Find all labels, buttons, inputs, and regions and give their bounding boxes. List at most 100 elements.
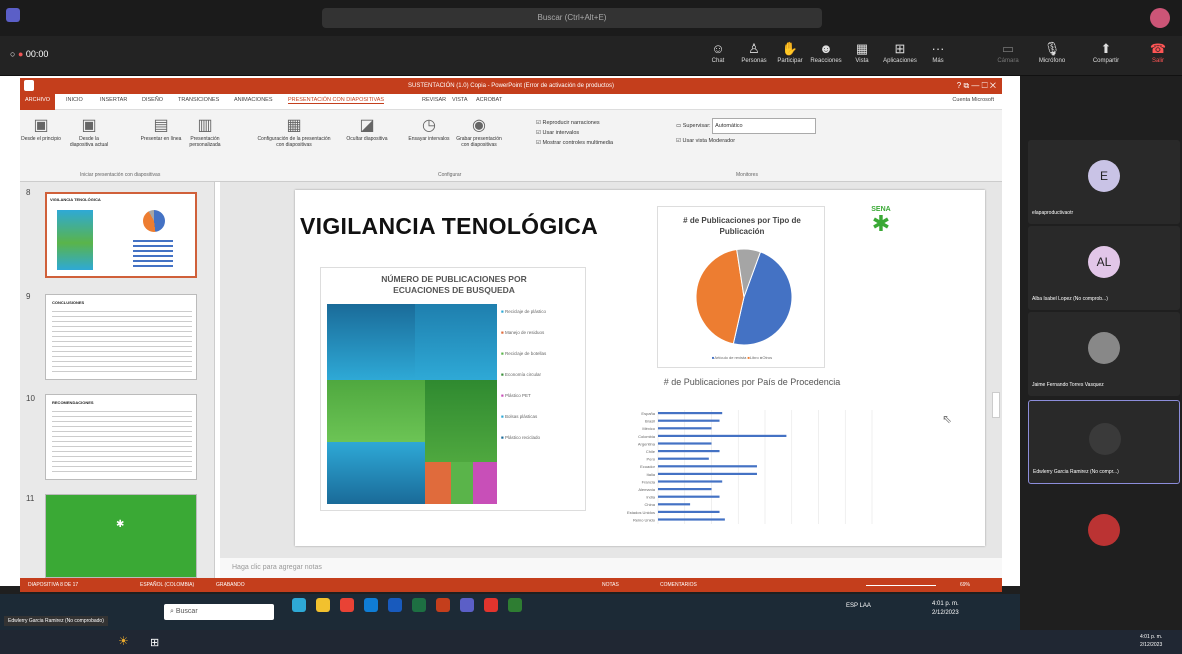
edge-icon[interactable]: [364, 598, 378, 612]
chat-button[interactable]: ☺ Chat: [700, 40, 736, 72]
os-clock: 4:01 p. m. 2/12/2023: [1140, 634, 1163, 648]
tab-revisar[interactable]: REVISAR: [422, 97, 446, 103]
tab-inicio[interactable]: INICIO: [66, 97, 83, 103]
phone-icon: ☎: [1149, 41, 1167, 56]
custom-show-icon: ▥: [197, 117, 213, 134]
tab-transiciones[interactable]: TRANSICIONES: [178, 97, 219, 103]
ribbon-tabs: ARCHIVO INICIO INSERTAR DISEÑO TRANSICIO…: [20, 94, 1002, 110]
zoom-level[interactable]: 69%: [960, 578, 970, 592]
scrollbar[interactable]: [992, 392, 1000, 418]
participant-tile[interactable]: [1028, 490, 1180, 574]
meeting-timer: ○ ● 00:00: [10, 49, 49, 59]
chrome-icon[interactable]: [340, 598, 354, 612]
excel-icon[interactable]: [412, 598, 426, 612]
people-button[interactable]: ♙ Personas: [736, 40, 772, 72]
acrobat-icon[interactable]: [484, 598, 498, 612]
tab-acrobat[interactable]: ACROBAT: [476, 97, 502, 103]
custom-show-button[interactable]: ▥ Presentación personalizada: [184, 116, 226, 148]
present-online-button[interactable]: ▤ Presentar en línea: [140, 116, 182, 142]
raise-hand-button[interactable]: ✋ Participar: [772, 40, 808, 72]
treemap-cell: [425, 380, 497, 462]
mouse-cursor-icon: ⇖: [942, 412, 953, 426]
tab-diseno[interactable]: DISEÑO: [142, 97, 163, 103]
tab-insertar[interactable]: INSERTAR: [100, 97, 127, 103]
recording-status: GRABANDO: [216, 582, 245, 588]
record-button[interactable]: ◉ Grabar presentación con diapositivas: [454, 116, 504, 148]
tab-archivo[interactable]: ARCHIVO: [20, 94, 56, 110]
notes-pane[interactable]: Haga clic para agregar notas: [220, 558, 1002, 578]
user-avatar[interactable]: [1150, 8, 1170, 28]
reactions-button[interactable]: ☻ Reacciones: [808, 40, 844, 72]
mic-icon: 🎙: [1043, 41, 1061, 56]
tab-presentacion[interactable]: PRESENTACIÓN CON DIAPOSITIVAS: [288, 97, 385, 104]
present-online-icon: ▤: [153, 117, 169, 134]
slide-thumb-9[interactable]: CONCLUSIONES: [45, 294, 197, 380]
taskbar-search[interactable]: ⌕ Buscar: [164, 604, 274, 620]
participant-tile[interactable]: E elapaproductivaotr: [1028, 140, 1180, 224]
participant-tile[interactable]: Jaime Fernando Torres Vasquez: [1028, 312, 1180, 396]
apps-button[interactable]: ⊞ Aplicaciones: [882, 40, 918, 72]
app-icon[interactable]: [292, 598, 306, 612]
powerpoint-icon[interactable]: [436, 598, 450, 612]
participant-name: Alba Isabel Lopez (No comprob...): [1032, 296, 1108, 302]
zoom-slider[interactable]: [866, 585, 936, 586]
slideshow-icon: ▣: [33, 117, 49, 134]
notes-toggle[interactable]: NOTAS: [602, 578, 619, 592]
participant-tile[interactable]: AL Alba Isabel Lopez (No comprob...): [1028, 226, 1180, 310]
start-icon[interactable]: ⊞: [150, 636, 159, 649]
leave-button[interactable]: ☎ Salir: [1140, 40, 1176, 72]
folder-icon[interactable]: [316, 598, 330, 612]
tab-vista[interactable]: VISTA: [452, 97, 468, 103]
tab-animaciones[interactable]: ANIMACIONES: [234, 97, 273, 103]
account-name[interactable]: Cuenta Microsoft: [952, 97, 994, 103]
from-current-button[interactable]: ▣ Desde la diapositiva actual: [68, 116, 110, 148]
rehearse-button[interactable]: ◷ Ensayar intervalos: [408, 116, 450, 142]
sena-logo: SENA ✱: [864, 206, 898, 246]
language[interactable]: ESPAÑOL (COLOMBIA): [140, 578, 194, 592]
people-icon: ♙: [748, 41, 760, 56]
more-button[interactable]: ··· Más: [920, 40, 956, 72]
search-input[interactable]: Buscar (Ctrl+Alt+E): [322, 8, 822, 28]
monitor-select[interactable]: Automático: [712, 118, 817, 134]
window-controls[interactable]: ? ⧉ — ☐ ✕: [957, 78, 996, 94]
record-icon: ◉: [472, 117, 486, 134]
participant-tile[interactable]: Edwlerry Garcia Ramirez (No compr...): [1028, 400, 1180, 484]
slide-thumb-11[interactable]: ✱: [45, 494, 197, 578]
participant-name: Edwlerry Garcia Ramirez (No compr...): [1033, 469, 1119, 475]
bar-china: [658, 503, 691, 506]
mic-button[interactable]: 🎙 Micrófono: [1034, 40, 1070, 72]
bar-españa: [658, 412, 723, 415]
treemap-chart: NÚMERO DE PUBLICACIONES POR ECUACIONES D…: [320, 267, 586, 511]
window-title-bar: Buscar (Ctrl+Alt+E): [0, 0, 1182, 36]
setup-show-button[interactable]: ▦ Configuración de la presentación con di…: [256, 116, 332, 148]
pie-title: # de Publicaciones por Tipo de Publicaci…: [683, 216, 801, 236]
presenter-view-checkbox[interactable]: ☑ Usar vista Moderador: [676, 134, 816, 148]
bar-label: Brasil: [645, 419, 655, 424]
meeting-toolbar: ○ ● 00:00 ☺ Chat ♙ Personas ✋ Participar ☻ R…: [0, 36, 1182, 76]
view-button[interactable]: ▦ Vista: [844, 40, 880, 72]
media-controls-checkbox[interactable]: ☑ Mostrar controles multimedia: [536, 138, 613, 148]
share-button[interactable]: ⬆ Compartir: [1088, 40, 1124, 72]
camera-button[interactable]: ▭ Cámara: [990, 40, 1026, 72]
sena-star-icon: ✱: [116, 519, 125, 530]
use-timings-checkbox[interactable]: ☑ Usar intervalos: [536, 128, 613, 138]
app-icon[interactable]: [508, 598, 522, 612]
hide-slide-button[interactable]: ◪ Ocultar diapositiva: [346, 116, 388, 142]
avatar: [1088, 514, 1120, 546]
weather-icon[interactable]: ☀: [118, 634, 129, 648]
slide-thumb-8[interactable]: VIGILANCIA TENOLÓGICA: [45, 192, 197, 278]
treemap-area: [327, 304, 497, 504]
from-start-button[interactable]: ▣ Desde el principio: [20, 116, 62, 142]
slide-thumb-10[interactable]: RECOMENDACIONES: [45, 394, 197, 480]
teams-icon[interactable]: [460, 598, 474, 612]
bar-label: Perú: [647, 457, 655, 462]
word-icon[interactable]: [388, 598, 402, 612]
comments-toggle[interactable]: COMENTARIOS: [660, 578, 697, 592]
thumb-text-lines: [52, 311, 192, 373]
play-narrations-checkbox[interactable]: ☑ Reproducir narraciones: [536, 118, 613, 128]
slide-number: 11: [26, 494, 35, 503]
bar-plot: España Brasil México Colombia Argentina Chile…: [627, 410, 873, 524]
bar-alemania: [658, 488, 712, 491]
bar-estados-unidos: [658, 510, 720, 513]
group-label-start: Iniciar presentación con diapositivas: [80, 172, 161, 178]
